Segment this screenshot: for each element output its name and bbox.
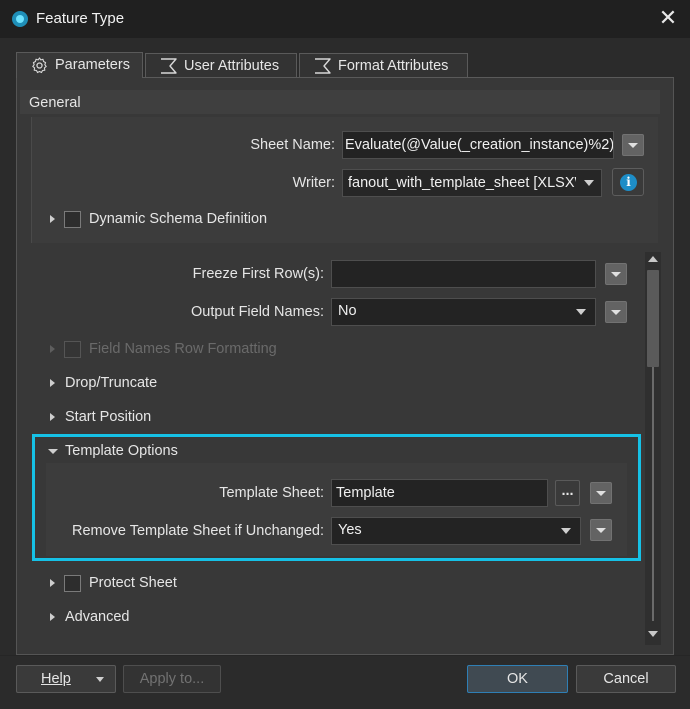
template-sheet-field[interactable]: Template — [331, 479, 548, 507]
field-names-formatting-checkbox — [64, 341, 81, 358]
info-icon: i — [620, 174, 637, 191]
advanced-expander-icon[interactable] — [50, 613, 55, 621]
scroll-down-icon[interactable] — [648, 631, 658, 637]
output-field-names-value: No — [338, 303, 357, 319]
sheet-name-menu-button[interactable] — [622, 134, 644, 156]
tab-label: Format Attributes — [338, 58, 449, 74]
tab-label: Parameters — [55, 57, 130, 73]
scroll-up-icon[interactable] — [648, 256, 658, 262]
drop-truncate-label[interactable]: Drop/Truncate — [65, 375, 157, 391]
tab-parameters[interactable]: Parameters — [16, 52, 143, 78]
field-names-formatting-expander-icon — [50, 345, 55, 353]
chevron-down-icon — [611, 272, 621, 277]
writer-label: Writer: — [292, 175, 335, 191]
window-title: Feature Type — [36, 10, 125, 27]
help-button[interactable]: Help — [16, 665, 116, 693]
dynamic-schema-expander-icon[interactable] — [50, 215, 55, 223]
chevron-down-icon — [628, 143, 638, 148]
chevron-down-icon — [596, 491, 606, 496]
gear-icon — [32, 57, 47, 74]
sigma-icon — [315, 58, 331, 74]
freeze-rows-label: Freeze First Row(s): — [192, 266, 324, 282]
remove-template-dropdown[interactable]: Yes — [331, 517, 581, 545]
chevron-down-icon — [596, 528, 606, 533]
tab-format-attributes[interactable]: Format Attributes — [299, 53, 468, 78]
output-field-names-menu-button[interactable] — [605, 301, 627, 323]
close-icon[interactable]: ✕ — [656, 7, 680, 31]
advanced-label[interactable]: Advanced — [65, 609, 130, 625]
chevron-down-icon — [584, 180, 594, 186]
writer-value: fanout_with_template_sheet [XLSXW] — [348, 175, 576, 191]
protect-sheet-label: Protect Sheet — [89, 575, 177, 591]
chevron-down-icon — [561, 528, 571, 534]
help-label: Help — [41, 671, 71, 687]
apply-to-button[interactable]: Apply to... — [123, 665, 221, 693]
protect-sheet-checkbox[interactable] — [64, 575, 81, 592]
template-options-label[interactable]: Template Options — [65, 443, 178, 459]
start-position-label[interactable]: Start Position — [65, 409, 151, 425]
scrollbar-track — [652, 367, 654, 621]
info-button[interactable]: i — [612, 168, 644, 196]
scrollbar-thumb[interactable] — [647, 270, 659, 367]
app-icon — [12, 11, 28, 27]
chevron-down-icon — [611, 310, 621, 315]
remove-template-value: Yes — [338, 522, 362, 538]
freeze-rows-field[interactable] — [331, 260, 596, 288]
footer-divider — [0, 655, 690, 656]
sigma-icon — [161, 58, 177, 74]
template-sheet-menu-button[interactable] — [590, 482, 612, 504]
sheet-name-field[interactable]: Evaluate(@Value(_creation_instance)%2) — [342, 131, 614, 159]
tab-user-attributes[interactable]: User Attributes — [145, 53, 297, 78]
dynamic-schema-checkbox[interactable] — [64, 211, 81, 228]
drop-truncate-expander-icon[interactable] — [50, 379, 55, 387]
field-names-formatting-label: Field Names Row Formatting — [89, 341, 277, 357]
cancel-button[interactable]: Cancel — [576, 665, 676, 693]
chevron-down-icon — [576, 309, 586, 315]
general-section-header — [20, 90, 660, 114]
template-options-expander-icon[interactable] — [48, 449, 58, 454]
general-section-title: General — [29, 95, 81, 111]
remove-template-menu-button[interactable] — [590, 519, 612, 541]
sheet-name-label: Sheet Name: — [250, 137, 335, 153]
browse-button[interactable]: ... — [555, 480, 580, 506]
ok-button[interactable]: OK — [467, 665, 568, 693]
tab-label: User Attributes — [184, 58, 280, 74]
freeze-rows-menu-button[interactable] — [605, 263, 627, 285]
output-field-names-label: Output Field Names: — [191, 304, 324, 320]
start-position-expander-icon[interactable] — [50, 413, 55, 421]
protect-sheet-expander-icon[interactable] — [50, 579, 55, 587]
writer-dropdown[interactable]: fanout_with_template_sheet [XLSXW] — [342, 169, 602, 197]
output-field-names-dropdown[interactable]: No — [331, 298, 596, 326]
dynamic-schema-label: Dynamic Schema Definition — [89, 211, 268, 227]
remove-template-label: Remove Template Sheet if Unchanged: — [71, 523, 324, 539]
template-sheet-label: Template Sheet: — [219, 485, 324, 501]
chevron-down-icon[interactable] — [96, 677, 104, 682]
